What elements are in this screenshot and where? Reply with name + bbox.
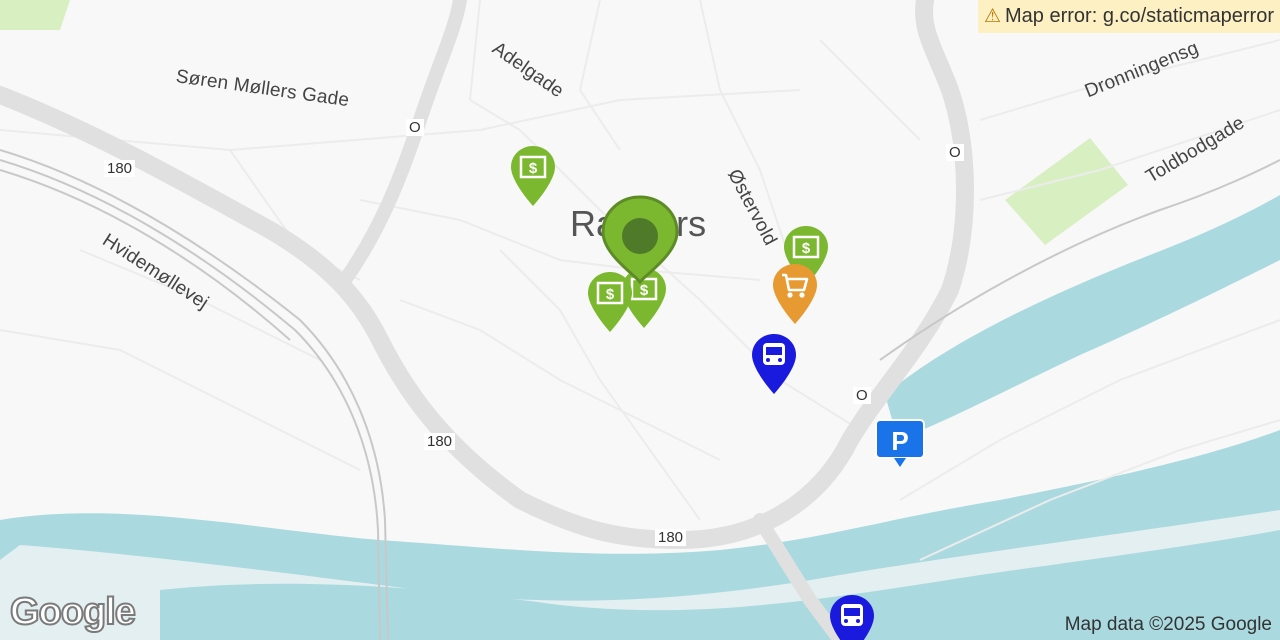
road-number-badge: 180	[655, 529, 687, 546]
svg-text:$: $	[640, 282, 649, 299]
bank-marker[interactable]: $	[509, 144, 557, 208]
park-area	[0, 0, 70, 30]
road-ring-badge: O	[946, 144, 964, 161]
bus-stop-marker[interactable]	[828, 593, 876, 640]
shopping-marker[interactable]	[771, 262, 819, 326]
location-pin-marker[interactable]	[598, 194, 682, 284]
bus-stop-marker[interactable]	[750, 332, 798, 396]
road-ring-badge: O	[853, 387, 871, 404]
road-number-badge: 180	[104, 160, 136, 177]
map-attribution: Map data ©2025 Google	[1064, 614, 1272, 635]
road-number-badge: 180	[424, 433, 456, 450]
road-ring-badge: O	[406, 119, 424, 136]
bus-icon	[763, 343, 785, 365]
svg-text:$: $	[529, 160, 538, 177]
svg-text:$: $	[802, 240, 811, 257]
google-logo[interactable]: Google	[9, 590, 137, 634]
bus-icon	[841, 604, 863, 626]
map-error-text: Map error: g.co/staticmaperror	[1005, 5, 1274, 27]
svg-text:$: $	[606, 286, 615, 303]
map-error-banner[interactable]: ⚠ Map error: g.co/staticmaperror	[977, 0, 1280, 33]
parking-icon: P	[891, 426, 908, 456]
map-canvas[interactable]: Søren Møllers Gade Adelgade Dronningensg…	[0, 0, 1280, 640]
parking-marker[interactable]: P	[874, 418, 926, 470]
warning-icon: ⚠	[983, 6, 1002, 27]
